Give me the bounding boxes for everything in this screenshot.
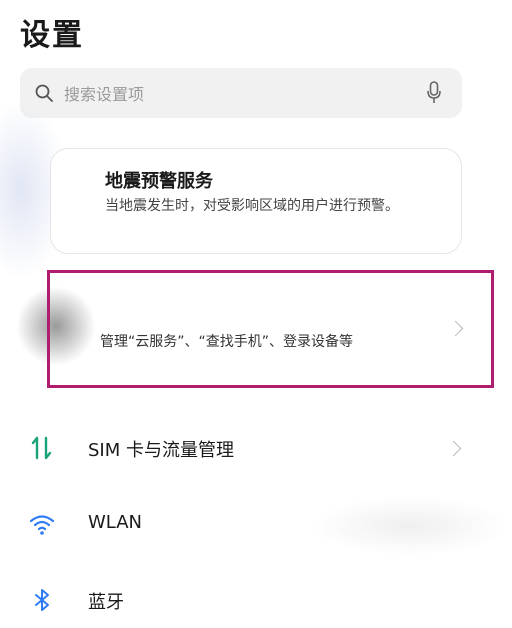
sim-traffic-icon [31,436,52,460]
search-input[interactable]: 搜索设置项 [64,81,144,105]
earthquake-warning-title: 地震预警服务 [105,171,213,192]
account-item-subtitle: 管理“云服务”、“查找手机”、登录设备等 [100,334,354,350]
list-item-label: 蓝牙 [88,592,124,613]
earthquake-warning-card[interactable]: 地震预警服务 当地震发生时，对受影响区域的用户进行预警。 [50,148,462,254]
search-bar[interactable]: 搜索设置项 [20,68,462,118]
earthquake-warning-description: 当地震发生时，对受影响区域的用户进行预警。 [105,198,399,214]
list-item-label: SIM 卡与流量管理 [88,440,234,461]
list-item-sim[interactable]: SIM 卡与流量管理 [0,420,512,476]
bluetooth-icon [35,589,49,611]
chevron-right-icon [447,320,464,337]
list-item-wlan[interactable]: WLAN [0,496,512,552]
account-item[interactable]: 管理“云服务”、“查找手机”、登录设备等 [47,270,494,388]
page-title: 设置 [20,18,84,53]
wifi-icon [29,515,55,535]
chevron-right-icon [445,440,462,457]
list-item-label: WLAN [88,512,143,533]
microphone-icon[interactable] [426,81,442,105]
list-item-bluetooth[interactable]: 蓝牙 [0,572,512,628]
